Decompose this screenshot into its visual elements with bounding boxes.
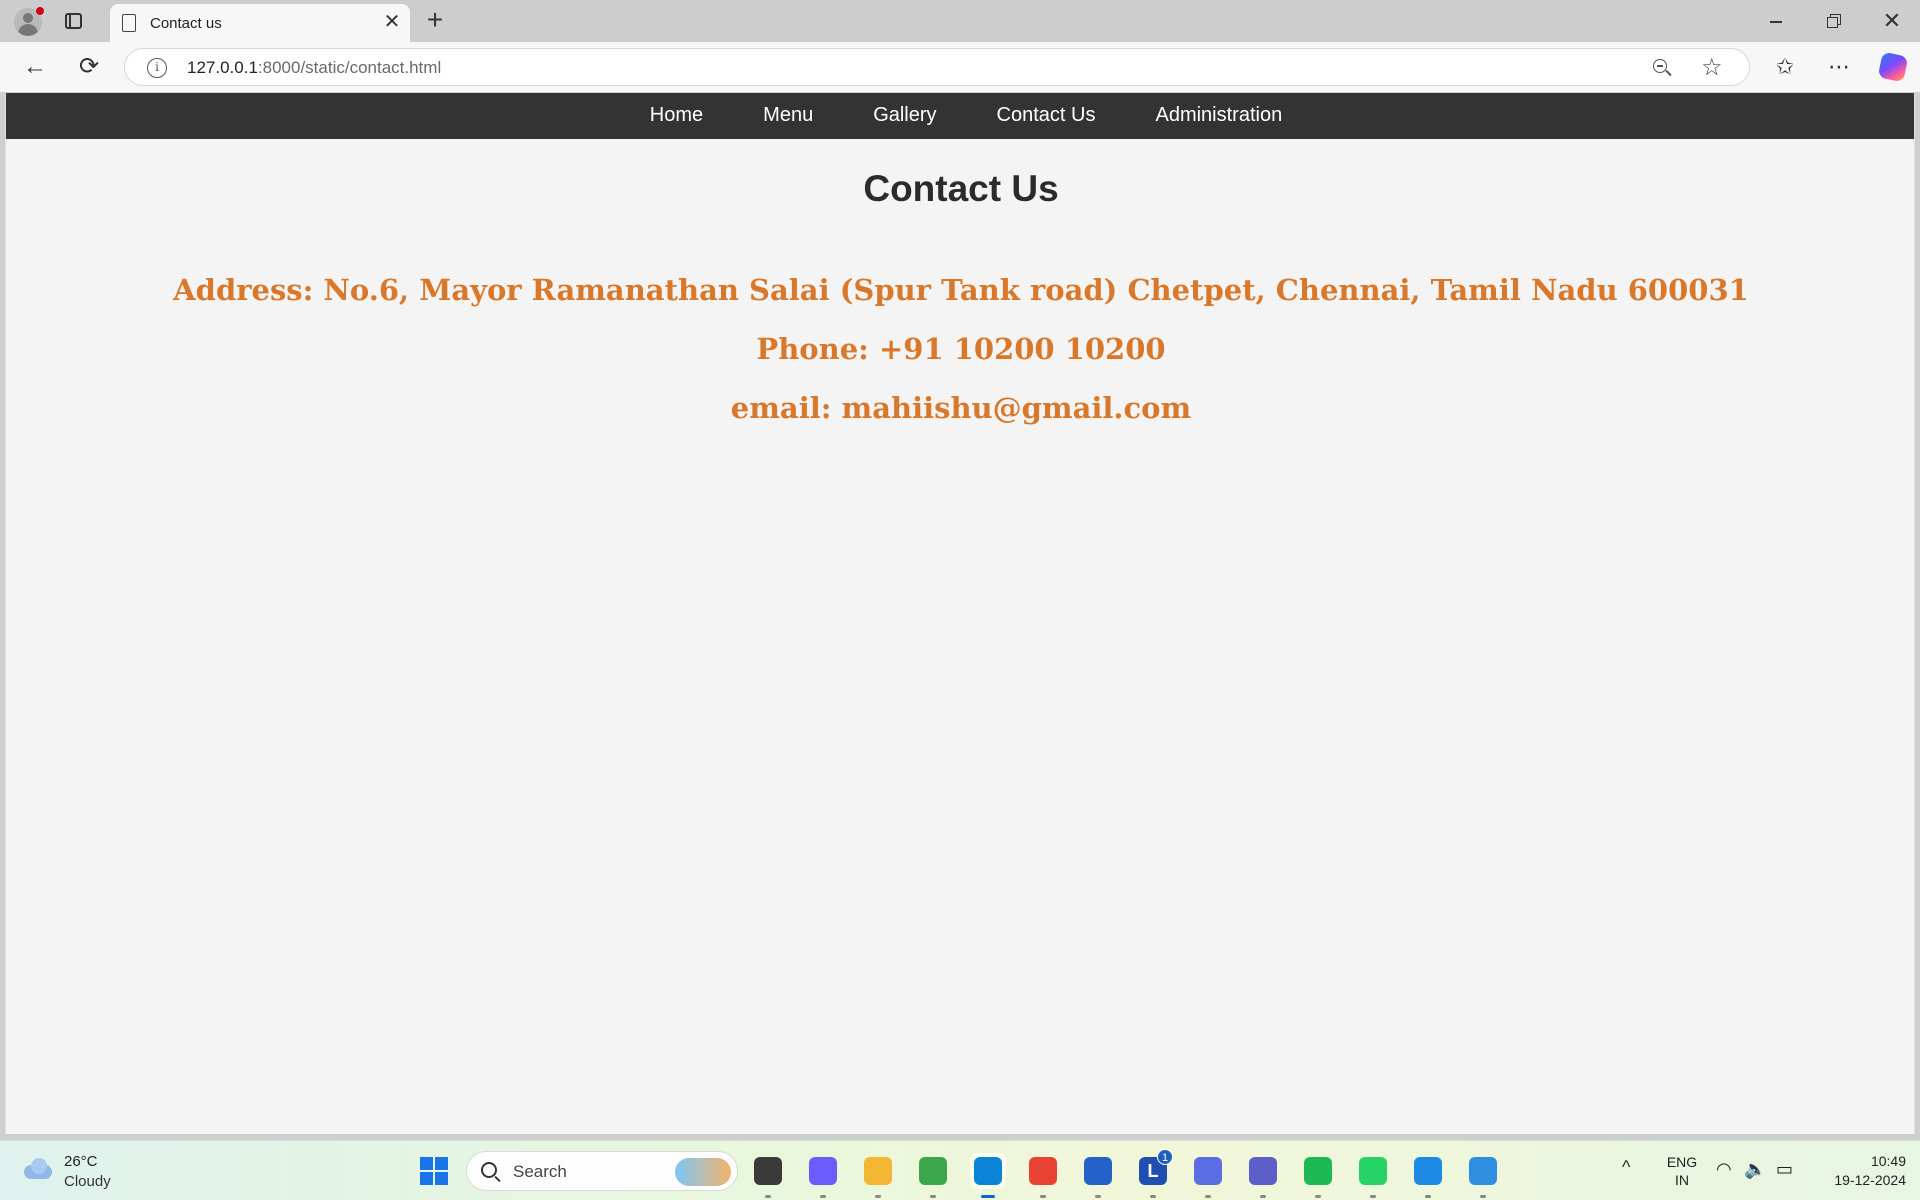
running-indicator: [1315, 1195, 1321, 1198]
tab-strip: Contact us ✕ + ✕: [0, 0, 1920, 42]
running-indicator: [1480, 1195, 1486, 1198]
input-language[interactable]: ENG IN: [1664, 1153, 1700, 1189]
wifi-icon[interactable]: ◠: [1716, 1159, 1732, 1180]
close-window-button[interactable]: ✕: [1864, 0, 1920, 42]
running-indicator: [1370, 1195, 1376, 1198]
show-hidden-icons-chevron-icon[interactable]: ^: [1622, 1157, 1630, 1178]
taskbar-search[interactable]: Search: [466, 1151, 738, 1191]
task-view-icon[interactable]: [750, 1153, 786, 1198]
search-icon: [481, 1162, 497, 1178]
app-green-ring-icon[interactable]: [915, 1153, 951, 1198]
running-indicator: [1425, 1195, 1431, 1198]
vscode-glyph: [1414, 1157, 1442, 1185]
page-icon: [122, 14, 136, 32]
tab-actions-icon[interactable]: [64, 11, 84, 31]
page-viewport: Home Menu Gallery Contact Us Administrat…: [5, 93, 1915, 1134]
running-indicator: [1150, 1195, 1156, 1198]
nav-administration[interactable]: Administration: [1125, 93, 1312, 137]
system-clock[interactable]: 10:49 19-12-2024: [1810, 1152, 1906, 1190]
whatsapp-icon[interactable]: [1355, 1153, 1391, 1198]
url-host: 127.0.0.1: [187, 58, 258, 77]
notification-dot: [36, 7, 44, 15]
running-indicator: [1040, 1195, 1046, 1198]
notification-badge: 1: [1157, 1149, 1173, 1165]
favorite-star-icon[interactable]: ☆: [1701, 53, 1723, 82]
running-indicator: [1205, 1195, 1211, 1198]
running-indicator: [1260, 1195, 1266, 1198]
url-text[interactable]: 127.0.0.1:8000/static/contact.html: [187, 58, 441, 78]
copilot-icon[interactable]: [805, 1153, 841, 1198]
task-view-glyph: [754, 1157, 782, 1185]
copilot-glyph: [809, 1157, 837, 1185]
tab-close-icon[interactable]: ✕: [380, 10, 404, 34]
app-l-icon[interactable]: L1: [1135, 1149, 1173, 1198]
spotify-glyph: [1304, 1157, 1332, 1185]
reload-button[interactable]: ⟳: [74, 52, 104, 82]
whatsapp-glyph: [1359, 1157, 1387, 1185]
windows-taskbar: 26°C Cloudy Search L1 ^ ENG IN ◠ 🔈 ▭ 10:…: [0, 1140, 1920, 1200]
favorites-icon[interactable]: ✩: [1769, 52, 1801, 84]
copilot-icon[interactable]: [1877, 51, 1909, 83]
spotify-icon[interactable]: [1300, 1153, 1336, 1198]
photos-icon[interactable]: [1465, 1153, 1501, 1198]
teams-icon[interactable]: [1245, 1153, 1281, 1198]
url-path: :8000/static/contact.html: [257, 58, 442, 77]
nav-menu[interactable]: Menu: [733, 93, 843, 137]
nav-contact-us[interactable]: Contact Us: [967, 93, 1126, 137]
tab-title: Contact us: [150, 15, 222, 32]
browser-toolbar: ← ⟳ i 127.0.0.1:8000/static/contact.html…: [0, 42, 1920, 92]
lang-region: IN: [1675, 1172, 1689, 1188]
app-green-ring-glyph: [919, 1157, 947, 1185]
app-triangle-icon[interactable]: [1190, 1153, 1226, 1198]
nav-home[interactable]: Home: [620, 93, 733, 137]
app-triangle-glyph: [1194, 1157, 1222, 1185]
search-label: Search: [513, 1162, 567, 1181]
nav-gallery[interactable]: Gallery: [843, 93, 966, 137]
edge-glyph: [974, 1157, 1002, 1185]
volume-icon[interactable]: 🔈: [1744, 1159, 1766, 1180]
chrome-icon[interactable]: [1025, 1153, 1061, 1198]
clock-time: 10:49: [1870, 1153, 1906, 1169]
zoom-out-icon[interactable]: [1651, 57, 1673, 79]
running-indicator: [981, 1195, 995, 1198]
contact-address: Address: No.6, Mayor Ramanathan Salai (S…: [173, 273, 1749, 307]
teams-glyph: [1249, 1157, 1277, 1185]
restore-button[interactable]: [1806, 0, 1862, 42]
microsoft-store-icon[interactable]: [1080, 1153, 1116, 1198]
running-indicator: [875, 1195, 881, 1198]
running-indicator: [1095, 1195, 1101, 1198]
cloud-icon[interactable]: [22, 1157, 54, 1179]
search-highlight-image: [675, 1158, 731, 1186]
running-indicator: [820, 1195, 826, 1198]
weather-condition[interactable]: Cloudy: [64, 1173, 111, 1190]
site-navbar: Home Menu Gallery Contact Us Administrat…: [6, 93, 1914, 139]
back-button[interactable]: ←: [20, 52, 50, 82]
more-options-icon[interactable]: ⋯: [1823, 52, 1855, 84]
new-tab-button[interactable]: +: [420, 6, 450, 35]
photos-glyph: [1469, 1157, 1497, 1185]
chrome-glyph: [1029, 1157, 1057, 1185]
contact-phone: Phone: +91 10200 10200: [756, 332, 1166, 366]
running-indicator: [765, 1195, 771, 1198]
lang-code: ENG: [1666, 1154, 1698, 1170]
running-indicator: [930, 1195, 936, 1198]
file-explorer-glyph: [864, 1157, 892, 1185]
windows-start-icon[interactable]: [420, 1157, 448, 1185]
weather-temperature[interactable]: 26°C: [64, 1153, 98, 1170]
vscode-icon[interactable]: [1410, 1153, 1446, 1198]
clock-date: 19-12-2024: [1834, 1172, 1906, 1188]
address-bar[interactable]: i 127.0.0.1:8000/static/contact.html ☆: [124, 48, 1750, 86]
edge-icon[interactable]: [970, 1153, 1006, 1198]
microsoft-store-glyph: [1084, 1157, 1112, 1185]
contact-email: email: mahiishu@gmail.com: [730, 391, 1192, 425]
page-title: Contact Us: [863, 168, 1059, 209]
tab-contact-us[interactable]: Contact us ✕: [110, 4, 410, 42]
minimize-button[interactable]: [1748, 0, 1804, 42]
battery-icon[interactable]: ▭: [1776, 1159, 1793, 1180]
file-explorer-icon[interactable]: [860, 1153, 896, 1198]
site-info-icon[interactable]: i: [147, 58, 167, 78]
